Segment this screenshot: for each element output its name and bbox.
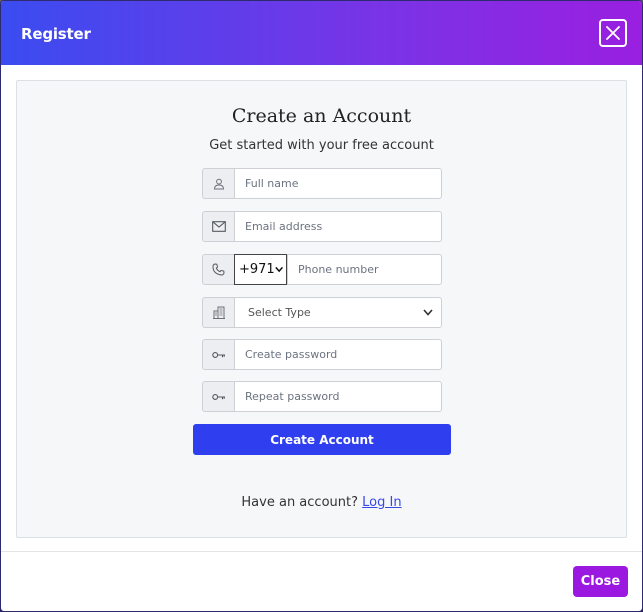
repeat-password-input[interactable]: Repeat password — [234, 381, 442, 412]
full-name-field: Full name — [202, 168, 442, 199]
phone-icon — [212, 263, 225, 276]
phone-field: +971 Phone number — [202, 254, 442, 285]
modal-title: Register — [21, 25, 91, 43]
type-field: Select Type — [202, 297, 442, 328]
email-input[interactable]: Email address — [234, 211, 442, 242]
form-subheading: Get started with your free account — [209, 138, 434, 153]
key-icon — [211, 393, 225, 400]
login-prompt: Have an account? — [241, 495, 358, 510]
password-input[interactable]: Create password — [234, 339, 442, 370]
repeat-password-field: Repeat password — [202, 381, 442, 412]
phone-input[interactable]: Phone number — [287, 254, 442, 285]
create-account-button[interactable]: Create Account — [193, 424, 451, 455]
modal-header: Register — [1, 1, 642, 65]
building-icon — [212, 306, 225, 319]
phone-addon — [202, 254, 234, 285]
email-addon — [202, 211, 234, 242]
full-name-addon — [202, 168, 234, 199]
country-code-value: +971 — [239, 262, 275, 277]
login-link[interactable]: Log In — [362, 495, 401, 510]
envelope-icon — [211, 221, 226, 232]
chevron-down-icon — [423, 309, 433, 316]
register-form: Create an Account Get started with your … — [16, 80, 627, 538]
type-select-value: Select Type — [248, 306, 311, 319]
type-select[interactable]: Select Type — [234, 297, 442, 328]
login-line: Have an account? Log In — [17, 495, 626, 510]
footer-close-button[interactable]: Close — [573, 566, 628, 597]
full-name-input[interactable]: Full name — [234, 168, 442, 199]
modal-close-button[interactable] — [599, 19, 627, 47]
repeat-password-addon — [202, 381, 234, 412]
register-modal: Register Create an Account Get started w… — [0, 0, 643, 612]
form-heading: Create an Account — [231, 105, 412, 127]
user-icon — [213, 178, 224, 189]
footer-divider — [1, 551, 642, 552]
close-icon — [606, 26, 620, 40]
type-addon — [202, 297, 234, 328]
email-field: Email address — [202, 211, 442, 242]
country-code-select[interactable]: +971 — [234, 254, 287, 285]
key-icon — [211, 351, 225, 358]
password-field: Create password — [202, 339, 442, 370]
chevron-down-icon — [274, 266, 283, 273]
password-addon — [202, 339, 234, 370]
